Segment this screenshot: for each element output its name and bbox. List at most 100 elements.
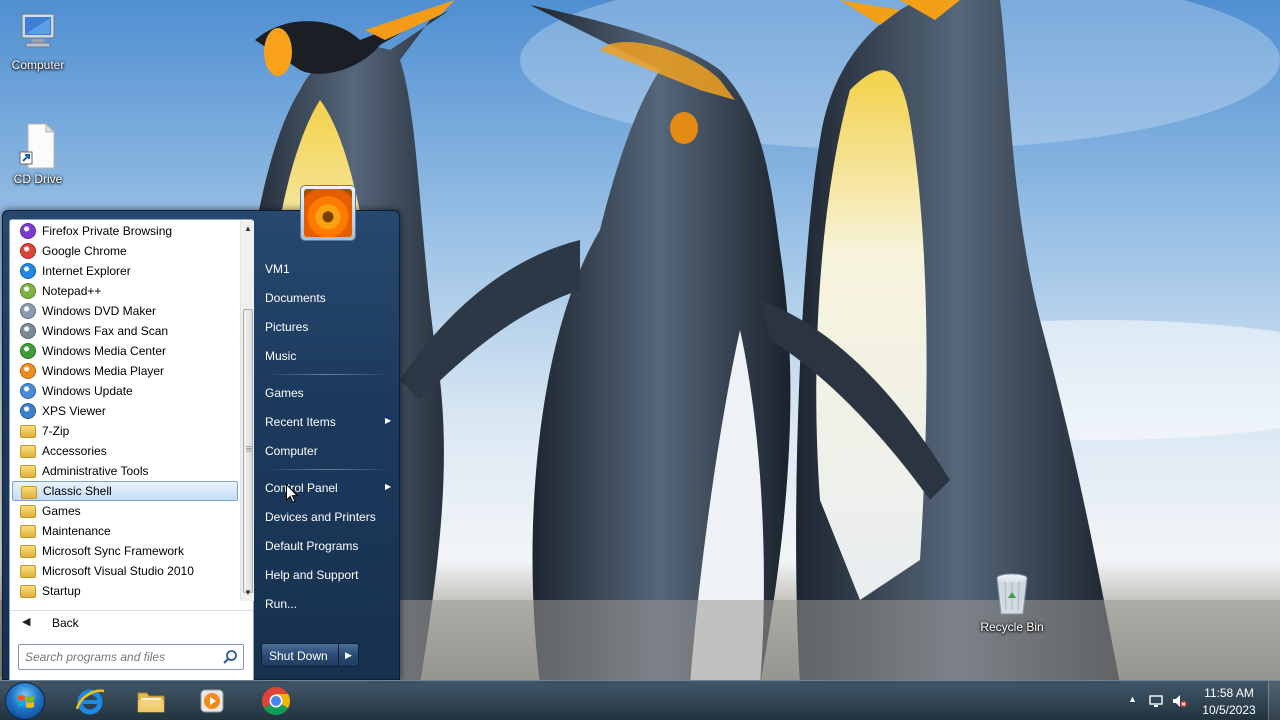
desktop-icon-recycle-bin[interactable]: Recycle Bin [974, 570, 1050, 634]
place-computer[interactable]: Computer [265, 444, 318, 458]
desktop-icon-computer[interactable]: Computer [0, 8, 76, 72]
chrome-icon [262, 687, 290, 715]
desktop-icon-cd-drive[interactable]: CD Drive [0, 122, 76, 186]
firefox-private-icon [20, 223, 36, 239]
submenu-arrow-icon: ▶ [385, 416, 392, 425]
program-item[interactable]: Maintenance [12, 521, 238, 541]
program-label: Classic Shell [43, 484, 112, 498]
recent-items-label: Recent Items [265, 415, 336, 429]
taskbar-windows-explorer[interactable] [123, 683, 179, 719]
program-item[interactable]: Windows DVD Maker [12, 301, 238, 321]
program-item[interactable]: Windows Fax and Scan [12, 321, 238, 341]
media-player-icon [200, 689, 224, 713]
fax-scan-icon [20, 323, 36, 339]
program-item[interactable]: 7-Zip [12, 421, 238, 441]
flower-avatar-icon [304, 189, 352, 237]
show-hidden-icons-icon[interactable]: ▲ [1128, 694, 1137, 704]
system-tray: ▲ 11:58 AM 10/5/2023 [1120, 681, 1280, 720]
place-user-folder[interactable]: VM1 [265, 262, 290, 276]
place-control-panel[interactable]: Control Panel ▶ [265, 481, 395, 495]
program-item[interactable]: Accessories [12, 441, 238, 461]
folder-icon [20, 425, 36, 438]
program-label: Maintenance [42, 524, 111, 538]
program-item[interactable]: Google Chrome [12, 241, 238, 261]
mouse-cursor-icon [286, 484, 298, 503]
program-item[interactable]: Windows Media Player [12, 361, 238, 381]
back-button[interactable]: ◀ Back [10, 610, 253, 634]
program-label: Accessories [42, 444, 107, 458]
program-label: Notepad++ [42, 284, 102, 298]
program-label: Windows Media Center [42, 344, 167, 358]
network-icon[interactable] [1148, 693, 1164, 709]
program-label: Microsoft Visual Studio 2010 [42, 564, 194, 578]
place-help-support[interactable]: Help and Support [265, 568, 358, 582]
program-item[interactable]: Windows Update [12, 381, 238, 401]
volume-muted-icon[interactable] [1171, 693, 1187, 709]
scroll-up-arrow-icon[interactable]: ▲ [241, 221, 255, 237]
submenu-arrow-icon: ▶ [385, 482, 392, 491]
program-label: Games [42, 504, 81, 518]
folder-icon [20, 465, 36, 478]
folder-icon [20, 565, 36, 578]
programs-scrollbar[interactable]: ▲ ═ ═ ▼ [240, 221, 254, 601]
place-devices-printers[interactable]: Devices and Printers [265, 510, 376, 524]
places-separator [263, 469, 393, 470]
program-label: Windows DVD Maker [42, 304, 157, 318]
program-item[interactable]: Internet Explorer [12, 261, 238, 281]
start-menu-programs-pane: Firefox Private Browsing Google Chrome Int… [9, 219, 254, 681]
media-player-icon [20, 363, 36, 379]
windows-explorer-icon [137, 692, 165, 713]
folder-icon [20, 545, 36, 558]
desktop-icon-label: Computer [11, 58, 65, 72]
all-programs-list: Firefox Private Browsing Google Chrome Int… [12, 221, 238, 601]
chrome-icon [20, 243, 36, 259]
place-pictures[interactable]: Pictures [265, 320, 308, 334]
shortcut-file-icon [14, 122, 62, 170]
place-documents[interactable]: Documents [265, 291, 326, 305]
scrollbar-grip-icon: ═ ═ [246, 443, 252, 455]
place-default-programs[interactable]: Default Programs [265, 539, 358, 553]
program-label: Firefox Private Browsing [42, 224, 173, 238]
computer-icon [14, 8, 62, 56]
scrollbar-thumb[interactable]: ═ ═ [243, 309, 253, 593]
shutdown-options-arrow-icon[interactable]: ▶ [338, 644, 358, 666]
program-label: Windows Media Player [42, 364, 165, 378]
program-label: Microsoft Sync Framework [42, 544, 185, 558]
place-music[interactable]: Music [265, 349, 296, 363]
clock-time[interactable]: 11:58 AM [1198, 686, 1260, 700]
windows-logo-icon [18, 695, 34, 708]
start-button[interactable] [5, 682, 45, 720]
start-menu: Firefox Private Browsing Google Chrome Int… [2, 185, 400, 681]
program-item[interactable]: Windows Media Center [12, 341, 238, 361]
clock-date[interactable]: 10/5/2023 [1198, 703, 1260, 717]
notepad-plus-plus-icon [20, 283, 36, 299]
scroll-down-arrow-icon[interactable]: ▼ [241, 585, 255, 601]
shutdown-button-group: Shut Down ▶ [261, 643, 359, 667]
place-games[interactable]: Games [265, 386, 304, 400]
program-label: Windows Update [42, 384, 133, 398]
places-separator [263, 374, 393, 375]
control-panel-label: Control Panel [265, 481, 338, 495]
search-icon[interactable] [222, 649, 238, 665]
program-item[interactable]: XPS Viewer [12, 401, 238, 421]
program-item[interactable]: Administrative Tools [12, 461, 238, 481]
taskbar-media-player[interactable] [184, 683, 240, 719]
program-label: Google Chrome [42, 244, 127, 258]
place-run[interactable]: Run... [265, 597, 297, 611]
program-item[interactable]: Startup [12, 581, 238, 601]
user-picture[interactable] [300, 185, 356, 241]
program-item[interactable]: Games [12, 501, 238, 521]
program-item[interactable]: Microsoft Visual Studio 2010 [12, 561, 238, 581]
taskbar-internet-explorer[interactable] [62, 683, 118, 719]
program-item[interactable]: Microsoft Sync Framework [12, 541, 238, 561]
program-item[interactable]: Notepad++ [12, 281, 238, 301]
search-box[interactable] [18, 644, 244, 670]
program-item[interactable]: Classic Shell [12, 481, 238, 501]
show-desktop-button[interactable] [1268, 681, 1280, 720]
place-recent-items[interactable]: Recent Items ▶ [265, 415, 395, 429]
taskbar-chrome[interactable] [248, 683, 304, 719]
search-input[interactable] [19, 645, 215, 669]
windows-update-icon [20, 383, 36, 399]
program-item[interactable]: Firefox Private Browsing [12, 221, 238, 241]
shutdown-button[interactable]: Shut Down [269, 649, 328, 663]
